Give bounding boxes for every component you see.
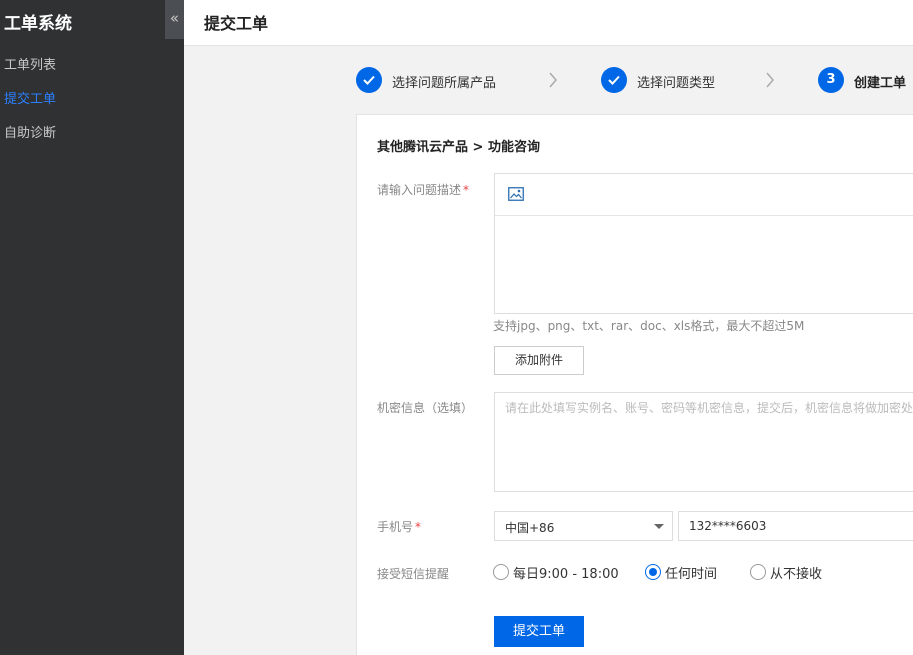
step-label: 选择问题类型 — [637, 76, 716, 91]
caret-down-icon — [654, 524, 664, 529]
phone-value: 132****6603 — [689, 519, 767, 533]
description-editor — [494, 173, 913, 314]
check-icon — [601, 67, 627, 93]
editor-toolbar — [495, 174, 913, 216]
collapse-sidebar-icon[interactable]: « — [165, 0, 184, 39]
sidebar-item-ticket-list[interactable]: 工单列表 — [4, 54, 56, 73]
secret-info-label: 机密信息（选填） — [377, 401, 474, 415]
insert-image-icon[interactable] — [508, 187, 524, 201]
sidebar-item-submit-ticket[interactable]: 提交工单 — [4, 88, 56, 107]
radio-label: 每日9:00 - 18:00 — [513, 567, 619, 582]
radio-label: 从不接收 — [770, 567, 823, 582]
country-code-value: 中国+86 — [505, 521, 555, 535]
page-title: 提交工单 — [204, 14, 269, 33]
step-number: 3 — [818, 67, 844, 93]
chevron-right-icon — [766, 72, 774, 88]
description-label: 请输入问题描述 * — [377, 183, 470, 197]
submit-ticket-button[interactable]: 提交工单 — [494, 616, 584, 647]
country-code-select[interactable]: 中国+86 — [494, 511, 673, 541]
required-mark: * — [463, 183, 470, 197]
sidebar: 工单系统 « 工单列表 提交工单 自助诊断 — [0, 0, 184, 655]
phone-input[interactable]: 132****6603 — [678, 511, 913, 541]
app-title: 工单系统 — [4, 14, 72, 34]
step-label: 创建工单 — [854, 76, 907, 91]
chevron-right-icon — [549, 72, 557, 88]
ticket-form-card: 其他腾讯云产品 > 功能咨询 请输入问题描述 * 支持jpg、png、txt、ra… — [356, 114, 913, 655]
breadcrumb: 其他腾讯云产品 > 功能咨询 — [377, 140, 540, 155]
radio-circle — [645, 564, 661, 580]
step-label: 选择问题所属产品 — [392, 76, 497, 91]
attachment-hint: 支持jpg、png、txt、rar、doc、xls格式，最大不超过5M — [493, 319, 805, 333]
check-icon — [356, 67, 382, 93]
sidebar-item-self-diagnosis[interactable]: 自助诊断 — [4, 122, 56, 141]
secret-info-textarea[interactable]: 请在此处填写实例名、账号、密码等机密信息，提交后，机密信息将做加密处理 — [494, 392, 913, 492]
radio-circle — [750, 564, 766, 580]
phone-label: 手机号 * — [377, 520, 422, 534]
secret-info-placeholder: 请在此处填写实例名、账号、密码等机密信息，提交后，机密信息将做加密处理 — [505, 401, 913, 415]
add-attachment-button[interactable]: 添加附件 — [494, 346, 584, 375]
radio-label: 任何时间 — [665, 567, 718, 582]
required-mark: * — [415, 520, 422, 534]
header: 提交工单 — [184, 0, 913, 46]
radio-circle — [493, 564, 509, 580]
sms-reminder-label: 接受短信提醒 — [377, 567, 450, 581]
description-input[interactable] — [495, 216, 913, 314]
